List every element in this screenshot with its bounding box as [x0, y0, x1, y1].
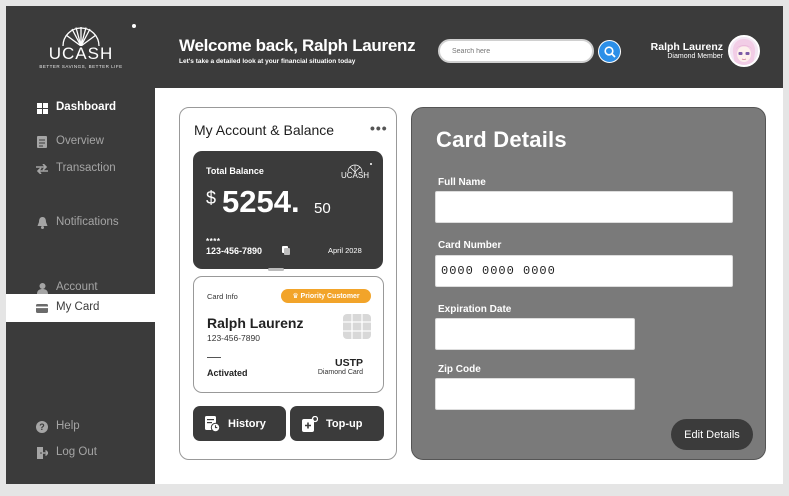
sidebar-item-label: Help [56, 420, 80, 432]
sidebar-item-label: Overview [56, 135, 104, 147]
card-bank: USTP [334, 357, 363, 369]
card-tier: Diamond Card [317, 369, 363, 376]
search-icon [603, 45, 616, 58]
card-info-label: Card Info [207, 292, 238, 301]
panel-title: My Account & Balance [194, 122, 335, 138]
more-options-icon[interactable]: ••• [370, 120, 388, 136]
logo-dot [132, 24, 136, 28]
sidebar-item-label: Account [56, 281, 98, 293]
full-name-label: Full Name [438, 177, 486, 188]
card-status: Activated [207, 368, 248, 378]
topup-icon [302, 415, 318, 432]
sidebar-item-help[interactable]: ? Help [6, 413, 155, 441]
full-name-field[interactable] [435, 191, 733, 223]
card-divider [268, 268, 284, 271]
transfer-icon [36, 163, 48, 175]
document-icon [36, 136, 48, 148]
avatar[interactable] [728, 35, 760, 67]
brand-logo[interactable]: UCASH BETTER SAVINGS, BETTER LIFE [14, 12, 148, 88]
logout-icon [36, 447, 48, 459]
top-header: Welcome back, Ralph Laurenz Let's take a… [155, 6, 783, 88]
chip-icon [343, 314, 371, 339]
edit-details-button[interactable]: Edit Details [671, 419, 753, 450]
history-label: History [228, 417, 266, 430]
zip-code-label: Zip Code [438, 364, 481, 375]
topup-button[interactable]: Top-up [290, 406, 384, 441]
account-number: 123-456-7890 [206, 246, 263, 256]
user-name: Ralph Laurenz [650, 41, 723, 53]
card-number-label: Card Number [438, 240, 502, 251]
user-role: Diamond Member [667, 53, 723, 60]
sidebar-item-logout[interactable]: Log Out [6, 439, 155, 467]
card-logo: UCASH [340, 163, 372, 187]
app-frame: UCASH BETTER SAVINGS, BETTER LIFE Dashbo… [6, 6, 783, 484]
expiration-date-field[interactable] [435, 318, 635, 350]
search-input[interactable] [438, 39, 594, 63]
sidebar-item-dashboard[interactable]: Dashboard [6, 94, 155, 122]
balance-cents: 50 [314, 200, 331, 217]
topup-label: Top-up [326, 417, 363, 430]
card-details-title: Card Details [436, 127, 567, 152]
card-icon [36, 302, 48, 314]
brand-tagline: BETTER SAVINGS, BETTER LIFE [39, 64, 123, 69]
sidebar-item-label: Dashboard [56, 101, 117, 113]
sidebar-item-label: Notifications [56, 216, 119, 228]
sidebar-item-transaction[interactable]: Transaction [6, 155, 155, 183]
sidebar: UCASH BETTER SAVINGS, BETTER LIFE Dashbo… [6, 6, 155, 484]
sidebar-item-my-card[interactable]: My Card [6, 294, 155, 322]
user-icon [36, 282, 48, 294]
card-holder-name: Ralph Laurenz [207, 315, 304, 331]
copy-icon[interactable] [282, 246, 290, 255]
question-icon: ? [36, 421, 48, 433]
sidebar-item-notifications[interactable]: Notifications [6, 209, 155, 237]
balance-card[interactable]: Total Balance UCASH $ 5254. 50 **** 123-… [193, 151, 383, 269]
zip-code-field[interactable] [435, 378, 635, 410]
sidebar-item-overview[interactable]: Overview [6, 128, 155, 156]
sidebar-item-label: Log Out [56, 446, 97, 458]
grid-icon [36, 102, 48, 114]
card-info: Card Info ♛ Priority Customer Ralph Laur… [193, 276, 384, 393]
logo-dot [370, 163, 372, 165]
card-number-field[interactable] [435, 255, 733, 287]
expiration-date-label: Expiration Date [438, 304, 512, 315]
balance-amount: 5254. [222, 184, 300, 219]
history-icon [205, 415, 220, 432]
divider [207, 357, 221, 358]
bell-icon [36, 217, 48, 229]
account-balance-panel: My Account & Balance ••• Total Balance U… [179, 107, 397, 460]
welcome-subtitle: Let's take a detailed look at your finan… [179, 58, 356, 65]
brand-name: UCASH [48, 44, 114, 63]
card-date: April 2028 [328, 246, 362, 255]
balance-label: Total Balance [206, 166, 264, 176]
sunburst-icon [62, 27, 100, 46]
card-logo-text: UCASH [340, 171, 369, 180]
card-details-panel: Card Details Full Name Card Number Expir… [411, 107, 766, 460]
history-button[interactable]: History [193, 406, 286, 441]
currency-symbol: $ [206, 188, 217, 208]
svg-text:?: ? [39, 422, 45, 432]
welcome-title: Welcome back, Ralph Laurenz [179, 36, 416, 55]
sidebar-item-label: My Card [56, 301, 100, 313]
masked-digits: **** [206, 237, 221, 246]
sidebar-item-label: Transaction [56, 162, 116, 174]
card-holder-number: 123-456-7890 [207, 333, 260, 343]
priority-badge: ♛ Priority Customer [281, 289, 371, 303]
